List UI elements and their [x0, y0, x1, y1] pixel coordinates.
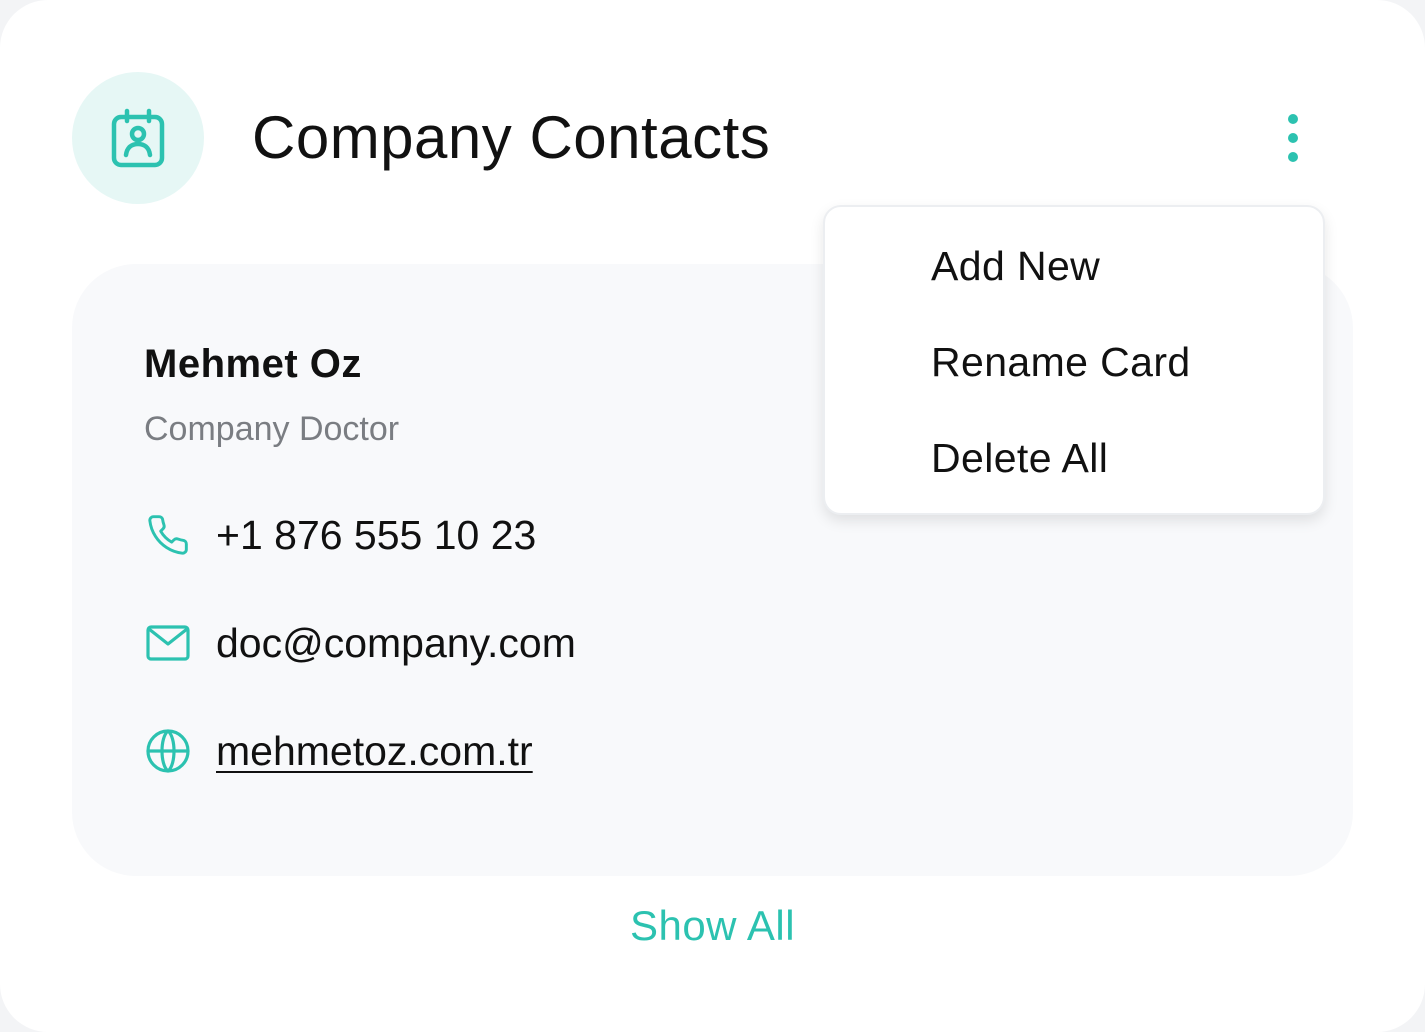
contact-phone-row: +1 876 555 10 23 — [144, 510, 536, 560]
menu-item-add-new[interactable]: Add New — [931, 243, 1100, 290]
contact-website-link[interactable]: mehmetoz.com.tr — [216, 728, 533, 775]
header-icon-badge — [72, 72, 204, 204]
contact-email-row: doc@company.com — [144, 618, 576, 668]
contact-role: Company Doctor — [144, 410, 400, 448]
phone-icon — [144, 511, 192, 559]
contact-card-icon — [111, 108, 165, 168]
card-options-menu: Add New Rename Card Delete All — [823, 205, 1325, 515]
contact-email: doc@company.com — [216, 619, 576, 666]
mail-icon — [144, 619, 192, 667]
card-title: Company Contacts — [252, 104, 771, 171]
show-all-link[interactable]: Show All — [0, 902, 1425, 950]
menu-item-delete-all[interactable]: Delete All — [931, 435, 1108, 482]
contact-phone: +1 876 555 10 23 — [216, 511, 537, 558]
contact-name: Mehmet Oz — [144, 342, 362, 386]
globe-icon — [144, 727, 192, 775]
company-contacts-card: Company Contacts Mehmet Oz Company Docto… — [0, 0, 1425, 1032]
contact-website-row: mehmetoz.com.tr — [144, 726, 533, 776]
more-vertical-icon[interactable] — [1270, 108, 1316, 168]
menu-item-rename-card[interactable]: Rename Card — [931, 339, 1191, 386]
